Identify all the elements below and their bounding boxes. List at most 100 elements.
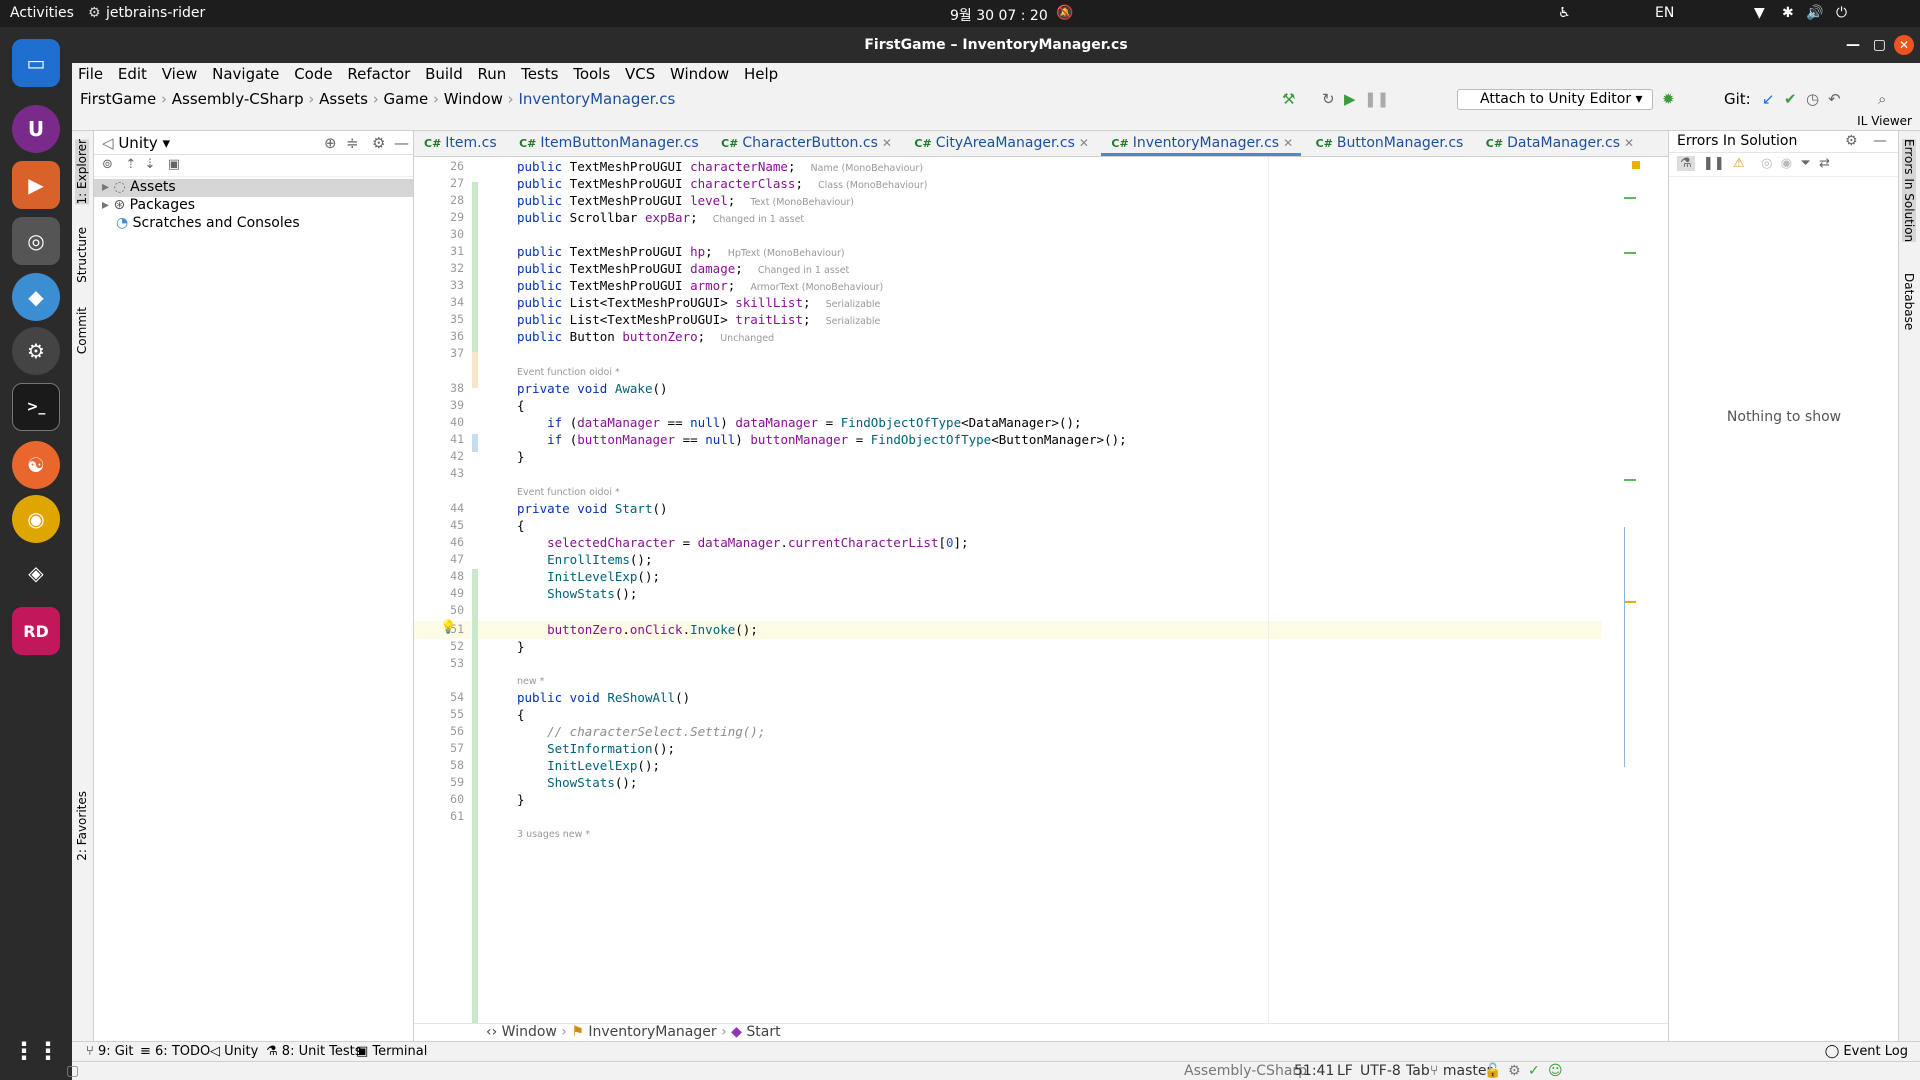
show-apps-icon[interactable]: ⋮⋮: [12, 1027, 60, 1075]
menu-vcs[interactable]: VCS: [625, 65, 655, 83]
tree-item-assets[interactable]: ▸ ◌ Assets: [94, 179, 413, 197]
unity-icon[interactable]: ◈: [12, 549, 60, 597]
collapse-all-icon[interactable]: ⇣: [144, 157, 155, 172]
tab-explorer[interactable]: 1: Explorer: [75, 139, 89, 205]
pause-icon[interactable]: ❚❚: [1364, 90, 1389, 108]
git-rollback-icon[interactable]: ↶: [1828, 90, 1841, 108]
menu-tests[interactable]: Tests: [521, 65, 558, 83]
il-viewer-button[interactable]: IL Viewer: [1857, 114, 1912, 128]
nav-crumb-window[interactable]: Window: [444, 90, 503, 108]
crumb-method[interactable]: ◆ Start: [731, 1024, 780, 1040]
tree-item-packages[interactable]: ▸ ⊛ Packages: [94, 197, 413, 215]
minimize-icon[interactable]: —: [1846, 27, 1860, 63]
collapse-icon[interactable]: ≑: [346, 134, 359, 152]
filter-icon[interactable]: ⊚: [102, 157, 113, 172]
close-icon[interactable]: ✕: [1079, 136, 1089, 150]
close-icon[interactable]: ✕: [1894, 35, 1914, 55]
toolwindow-terminal[interactable]: ▣ Terminal: [356, 1044, 427, 1059]
menu-view[interactable]: View: [162, 65, 198, 83]
inspection-icon[interactable]: ⚙: [1508, 1063, 1521, 1079]
close-icon[interactable]: ✕: [1283, 136, 1293, 150]
toolwindow-unity[interactable]: ◁ Unity: [210, 1044, 258, 1059]
toolwindow-git[interactable]: ⑂ 9: Git: [86, 1044, 134, 1059]
toolwindow-unit-tests[interactable]: ⚗ 8: Unit Tests: [266, 1044, 362, 1059]
hide-icon[interactable]: —: [394, 134, 409, 152]
menu-build[interactable]: Build: [425, 65, 463, 83]
upwork-icon[interactable]: U: [12, 105, 60, 153]
activities-button[interactable]: Activities: [10, 5, 74, 21]
tab-item-cs[interactable]: C# Item.cs: [414, 131, 505, 156]
tab-buttonmanager-cs[interactable]: C# ButtonManager.cs: [1306, 131, 1472, 156]
menu-help[interactable]: Help: [744, 65, 778, 83]
maximize-icon[interactable]: ▢: [1873, 27, 1886, 63]
build-icon[interactable]: ⚒: [1282, 90, 1295, 108]
nav-crumb-game[interactable]: Game: [384, 90, 429, 108]
warning-icon[interactable]: [1632, 161, 1640, 169]
chrome-icon[interactable]: ◉: [12, 495, 60, 543]
language-indicator[interactable]: EN: [1655, 5, 1674, 21]
tab-favorites[interactable]: 2: Favorites: [75, 791, 89, 861]
clock[interactable]: 9월 30 07 : 20: [950, 5, 1048, 25]
panel-toggle-icon[interactable]: ▢: [66, 1063, 79, 1079]
pause-icon[interactable]: ❚❚: [1703, 156, 1725, 171]
status-encoding[interactable]: UTF-8: [1360, 1063, 1401, 1079]
wifi-icon[interactable]: ▼: [1754, 5, 1765, 21]
crumb-namespace[interactable]: ‹› Window: [486, 1024, 557, 1040]
accessibility-icon[interactable]: ♿: [1558, 5, 1571, 21]
tab-characterbutton-cs[interactable]: C# CharacterButton.cs ✕: [711, 131, 900, 156]
tab-database[interactable]: Database: [1902, 273, 1916, 330]
menu-tools[interactable]: Tools: [573, 65, 610, 83]
status-git-branch[interactable]: ⑂ master: [1430, 1063, 1492, 1079]
tab-cityareamanager-cs[interactable]: C# CityAreaManager.cs ✕: [904, 131, 1097, 156]
media-player-icon[interactable]: ▶: [12, 161, 60, 209]
attach-unity-dropdown[interactable]: Attach to Unity Editor ▾: [1457, 89, 1653, 110]
close-icon[interactable]: ✕: [882, 136, 892, 150]
flask-icon[interactable]: ⚗: [1677, 156, 1695, 171]
kite-icon[interactable]: ◆: [12, 273, 60, 321]
status-indent[interactable]: Tab: [1406, 1063, 1430, 1079]
filter-icon[interactable]: ⏷: [1800, 156, 1810, 171]
settings-icon[interactable]: ⚙: [12, 327, 60, 375]
git-history-icon[interactable]: ◷: [1806, 90, 1819, 108]
status-line-separator[interactable]: LF: [1337, 1063, 1353, 1079]
menu-code[interactable]: Code: [294, 65, 332, 83]
tab-structure[interactable]: Structure: [75, 227, 89, 283]
hide-icon[interactable]: —: [1873, 133, 1887, 149]
volume-icon[interactable]: 🔊: [1806, 5, 1823, 21]
ok-icon[interactable]: ✓: [1528, 1063, 1540, 1079]
gitkraken-icon[interactable]: ☯: [12, 441, 60, 489]
search-icon[interactable]: ⌕: [1878, 90, 1886, 108]
app-menu[interactable]: jetbrains-rider: [106, 5, 205, 21]
tab-datamanager-cs[interactable]: C# DataManager.cs ✕: [1476, 131, 1642, 156]
nav-crumb-file[interactable]: InventoryManager.cs: [518, 90, 675, 108]
bluetooth-icon[interactable]: ✱: [1782, 5, 1794, 21]
nav-crumb-solution[interactable]: FirstGame: [80, 90, 156, 108]
menu-window[interactable]: Window: [670, 65, 729, 83]
tab-errors-in-solution[interactable]: Errors In Solution: [1902, 139, 1916, 243]
toolwindow-todo[interactable]: ≡ 6: TODO: [140, 1044, 210, 1059]
tab-inventorymanager-cs[interactable]: C# InventoryManager.cs ✕: [1101, 131, 1302, 156]
visibility-icon[interactable]: ◎: [1761, 156, 1772, 171]
menu-refactor[interactable]: Refactor: [347, 65, 410, 83]
menu-edit[interactable]: Edit: [118, 65, 147, 83]
crumb-class[interactable]: ⚑ InventoryManager: [571, 1024, 716, 1040]
git-update-icon[interactable]: ↙: [1762, 90, 1775, 108]
git-commit-icon[interactable]: ✔: [1784, 90, 1797, 108]
refresh-icon[interactable]: ↻: [1322, 90, 1335, 108]
menu-run[interactable]: Run: [478, 65, 507, 83]
debug-icon[interactable]: ✹: [1662, 90, 1675, 108]
files-icon[interactable]: ▭: [12, 39, 60, 87]
status-project-context[interactable]: Assembly-CSharp: [1184, 1063, 1307, 1079]
nav-crumb-project[interactable]: Assembly-CSharp: [172, 90, 304, 108]
explorer-view-dropdown[interactable]: Unity ▾: [118, 134, 170, 152]
tab-commit[interactable]: Commit: [75, 307, 89, 354]
locate-icon[interactable]: ⊕: [324, 134, 337, 152]
close-icon[interactable]: ✕: [1624, 136, 1634, 150]
menu-navigate[interactable]: Navigate: [212, 65, 279, 83]
memory-icon[interactable]: ☺: [1548, 1063, 1563, 1079]
expand-icon[interactable]: ⇡: [125, 157, 136, 172]
event-log-button[interactable]: ◯ Event Log: [1825, 1044, 1908, 1059]
tab-itembuttonmanager-cs[interactable]: C# ItemButtonManager.cs: [509, 131, 707, 156]
nav-crumb-assets[interactable]: Assets: [319, 90, 368, 108]
eye-icon[interactable]: ◉: [1781, 156, 1792, 171]
